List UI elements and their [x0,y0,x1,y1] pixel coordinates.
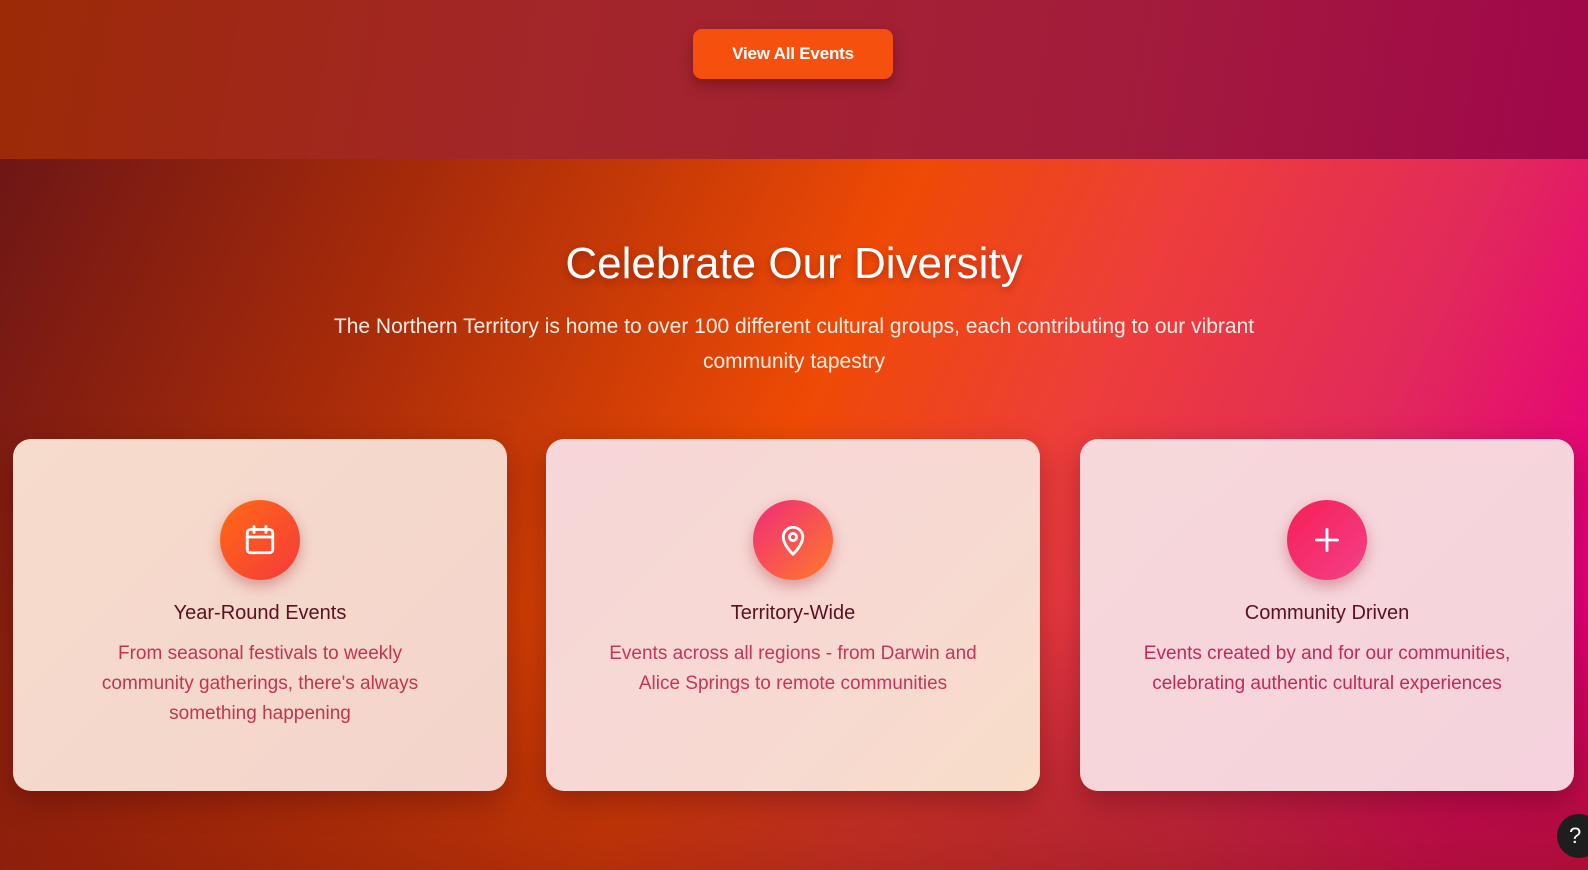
feature-card-year-round: Year-Round Events From seasonal festival… [13,439,507,791]
map-pin-icon [753,500,833,580]
card-title: Year-Round Events [173,602,347,624]
card-description: Events created by and for our communitie… [1143,643,1511,694]
card-title: Territory-Wide [730,602,856,624]
view-all-events-button[interactable]: View All Events [693,29,893,79]
diversity-section: Celebrate Our Diversity The Northern Ter… [0,159,1588,870]
card-description: From seasonal festivals to weekly commun… [101,643,419,724]
plus-icon [1287,500,1367,580]
feature-card-community-driven: Community Driven Events created by and f… [1080,439,1574,791]
calendar-icon [220,500,300,580]
events-footer-band: View All Events [0,0,1588,159]
section-title: Celebrate Our Diversity [565,239,1023,288]
card-description: Events across all regions - from Darwin … [609,643,977,694]
feature-card-territory-wide: Territory-Wide Events across all regions… [546,439,1040,791]
card-title: Community Driven [1244,602,1410,624]
section-subtitle: The Northern Territory is home to over 1… [333,315,1255,373]
